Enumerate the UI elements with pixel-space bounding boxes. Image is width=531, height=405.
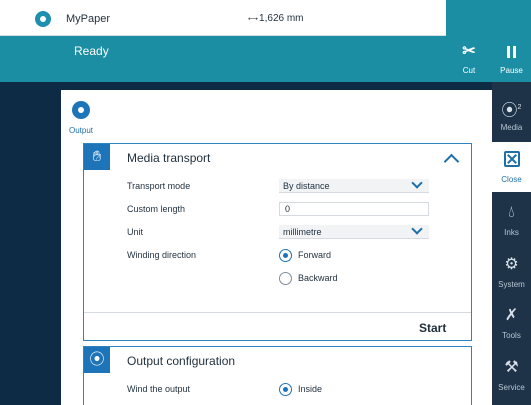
media-transport-card: ✋︎ Media transport Transport mode By dis… xyxy=(83,143,472,341)
media-rolls-icon: ⦿2 xyxy=(501,102,522,120)
radio-inside-label: Inside xyxy=(298,384,323,394)
rail-media-label: Media xyxy=(500,123,523,132)
custom-length-label: Custom length xyxy=(127,204,186,214)
chevron-down-icon xyxy=(411,223,423,235)
output-icon xyxy=(72,101,90,119)
pause-button[interactable]: Pause xyxy=(492,38,531,82)
custom-length-input[interactable]: 0 xyxy=(279,202,429,216)
rail-item-tools[interactable]: ✗ Tools xyxy=(492,298,531,348)
rail-item-close[interactable]: Close xyxy=(492,142,531,192)
start-button[interactable]: Start xyxy=(419,321,446,335)
unit-label: Unit xyxy=(127,227,144,237)
rail-inks-label: Inks xyxy=(504,228,519,237)
cut-label: Cut xyxy=(462,66,476,75)
rail-service-label: Service xyxy=(498,383,525,392)
radio-forward[interactable] xyxy=(279,249,292,262)
output-configuration-title: Output configuration xyxy=(127,354,236,368)
radio-backward[interactable] xyxy=(279,272,292,285)
output-configuration-card: ⦿ Output configuration Wind the output I… xyxy=(83,346,472,405)
custom-length-value: 0 xyxy=(285,204,291,214)
chevron-down-icon xyxy=(411,177,423,189)
close-icon xyxy=(504,151,520,167)
radio-forward-label: Forward xyxy=(298,250,332,260)
output-config-icon: ⦿ xyxy=(84,347,110,373)
pause-label: Pause xyxy=(500,66,523,75)
pause-icon xyxy=(507,46,517,58)
service-person-icon: ⚒ xyxy=(504,359,519,376)
media-roll-icon xyxy=(35,11,51,27)
output-section-label: Output xyxy=(69,126,94,135)
unit-select[interactable]: millimetre xyxy=(279,223,429,239)
rail-tools-label: Tools xyxy=(502,331,521,340)
media-name: MyPaper xyxy=(66,13,111,25)
gear-icon: ⚙ xyxy=(504,256,519,273)
tools-icon: ✗ xyxy=(504,307,519,324)
scissors-icon: ✂ xyxy=(462,43,476,60)
transport-mode-label: Transport mode xyxy=(127,181,191,191)
unit-value: millimetre xyxy=(283,227,322,237)
rail-item-inks[interactable]: 💧︎ Inks xyxy=(492,195,531,245)
printer-status: Ready xyxy=(74,44,109,58)
media-length-value: 1,626 mm xyxy=(259,13,304,24)
media-info-bar[interactable]: MyPaper ⟷ 1,626 mm xyxy=(0,0,446,36)
rail-close-label: Close xyxy=(501,175,522,184)
chevron-up-icon[interactable] xyxy=(443,153,460,170)
status-bar xyxy=(0,36,446,82)
ink-drop-icon: 💧︎ xyxy=(508,204,515,221)
media-count: 2 xyxy=(517,104,522,111)
radio-inside[interactable] xyxy=(279,383,292,396)
rail-item-system[interactable]: ⚙ System xyxy=(492,247,531,297)
media-transport-title: Media transport xyxy=(127,151,211,165)
rail-item-service[interactable]: ⚒ Service xyxy=(492,350,531,400)
rail-system-label: System xyxy=(498,280,525,289)
transport-mode-select[interactable]: By distance xyxy=(279,177,429,193)
side-rail: ⦿2 Media Close 💧︎ Inks ⚙ System ✗ Tools … xyxy=(492,82,531,405)
transport-mode-value: By distance xyxy=(283,181,330,191)
winding-direction-label: Winding direction xyxy=(127,250,197,260)
wind-output-label: Wind the output xyxy=(127,384,191,394)
media-length: ⟷ 1,626 mm xyxy=(248,13,304,24)
card-divider xyxy=(84,312,471,313)
rail-item-media[interactable]: ⦿2 Media xyxy=(492,90,531,140)
length-arrow-icon: ⟷ xyxy=(248,16,258,23)
hand-stop-icon: ✋︎ xyxy=(84,144,110,170)
cut-button[interactable]: ✂ Cut xyxy=(446,38,492,82)
radio-backward-label: Backward xyxy=(298,273,338,283)
